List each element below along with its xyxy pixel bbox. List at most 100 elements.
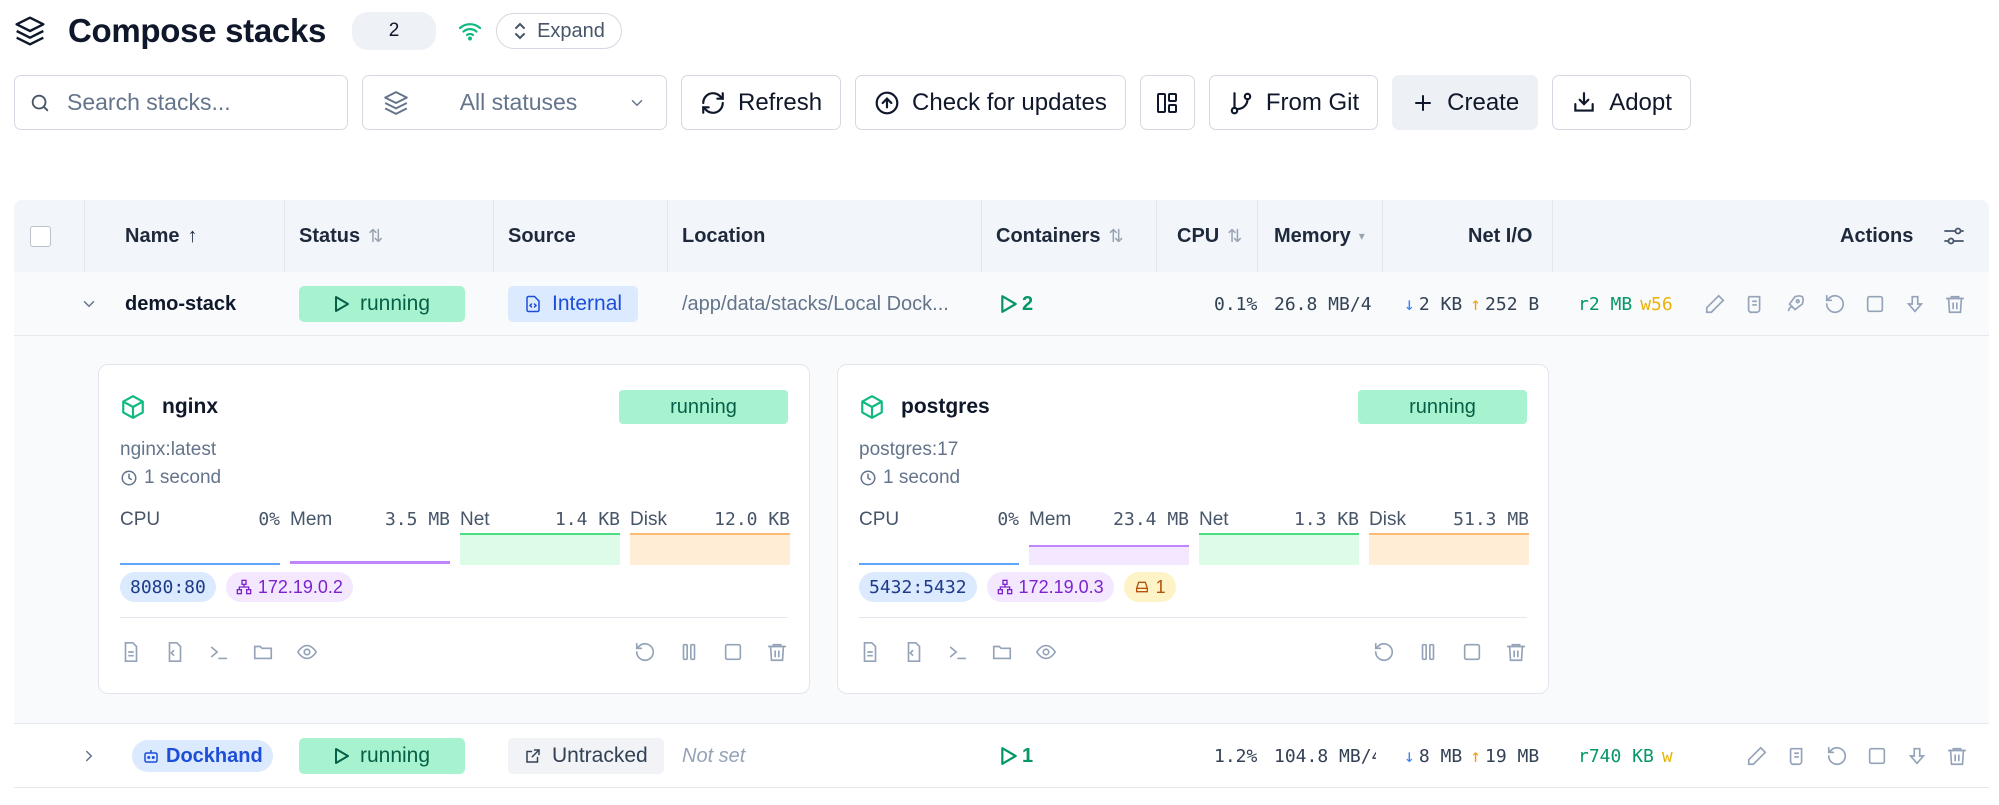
search-placeholder: Search stacks... xyxy=(67,89,231,115)
edit-icon[interactable] xyxy=(1704,293,1726,315)
wifi-icon xyxy=(458,19,482,43)
status-filter-value: All statuses xyxy=(459,89,578,115)
stop-icon[interactable] xyxy=(1461,641,1483,663)
container-actions-right xyxy=(634,641,788,663)
expand-label: Expand xyxy=(537,19,605,42)
page-title: Compose stacks xyxy=(68,12,327,49)
terminal-icon[interactable] xyxy=(947,641,969,663)
trash-icon[interactable] xyxy=(766,641,788,663)
container-name[interactable]: nginx xyxy=(162,395,218,419)
chevron-down-icon xyxy=(80,295,98,313)
column-net-io-label: Net I/O xyxy=(1468,224,1533,247)
inspect-icon[interactable] xyxy=(903,641,925,663)
column-status-label: Status xyxy=(299,224,361,247)
scroll-icon[interactable] xyxy=(1786,745,1808,767)
sort-icon: ⇅ xyxy=(1227,225,1243,246)
refresh-label: Refresh xyxy=(738,88,823,116)
search-input[interactable]: Search stacks... xyxy=(14,75,348,130)
arrow-up-circle-icon xyxy=(874,90,900,116)
pause-icon[interactable] xyxy=(678,641,700,663)
edit-icon[interactable] xyxy=(1746,745,1768,767)
restart-icon[interactable] xyxy=(1373,641,1395,663)
trash-icon[interactable] xyxy=(1946,745,1968,767)
layout-toggle-button[interactable] xyxy=(1139,75,1195,130)
disk-io-value: r740 KB w xyxy=(1578,745,1673,767)
trash-icon[interactable] xyxy=(1944,293,1966,315)
status-badge: running xyxy=(299,286,465,322)
scroll-icon[interactable] xyxy=(1744,293,1766,315)
column-memory[interactable]: Memory ▾ xyxy=(1274,200,1365,272)
column-status[interactable]: Status ⇅ xyxy=(299,200,383,272)
stack-name[interactable]: demo-stack xyxy=(125,272,236,336)
column-cpu-label: CPU xyxy=(1177,224,1220,247)
net-metric: Net 1.4 KB xyxy=(460,507,620,567)
cpu-metric: CPU 0% xyxy=(859,507,1019,567)
stop-icon[interactable] xyxy=(1864,293,1886,315)
page-header: Compose stacks 2 Expand xyxy=(14,10,622,52)
inspect-icon[interactable] xyxy=(164,641,186,663)
restart-icon[interactable] xyxy=(1826,745,1848,767)
restart-icon[interactable] xyxy=(1824,293,1846,315)
collapse-row-button[interactable] xyxy=(80,272,98,336)
source-badge: Untracked xyxy=(508,738,664,774)
sliders-icon xyxy=(1942,224,1966,248)
rocket-icon[interactable] xyxy=(1784,293,1806,315)
port-badge[interactable]: 5432:5432 xyxy=(859,572,977,602)
table-row[interactable]: Dockhand running Untracked Not set 1 1.2… xyxy=(14,724,1989,788)
stop-icon[interactable] xyxy=(1866,745,1888,767)
expand-button[interactable]: Expand xyxy=(496,13,622,49)
play-icon xyxy=(1000,294,1018,314)
clock-icon xyxy=(859,469,877,487)
logs-icon[interactable] xyxy=(120,641,142,663)
stop-icon[interactable] xyxy=(722,641,744,663)
arrow-down-icon[interactable] xyxy=(1906,745,1928,767)
column-name[interactable]: Name ↑ xyxy=(125,200,197,272)
column-actions: Actions xyxy=(1840,200,1913,272)
container-name[interactable]: postgres xyxy=(901,395,990,419)
eye-icon[interactable] xyxy=(1035,641,1057,663)
container-status-badge: running xyxy=(619,390,788,424)
column-cpu[interactable]: CPU ⇅ xyxy=(1177,200,1242,272)
status-badge: running xyxy=(299,738,465,774)
status-filter-select[interactable]: All statuses xyxy=(362,75,667,130)
port-badge[interactable]: 8080:80 xyxy=(120,572,216,602)
from-git-label: From Git xyxy=(1265,88,1360,116)
eye-icon[interactable] xyxy=(296,641,318,663)
folder-icon[interactable] xyxy=(991,641,1013,663)
logs-icon[interactable] xyxy=(859,641,881,663)
status-label: running xyxy=(359,292,431,315)
stack-name-badge[interactable]: Dockhand xyxy=(132,740,273,772)
row-actions xyxy=(1704,272,1966,336)
sort-asc-icon: ↑ xyxy=(187,224,198,247)
from-git-button[interactable]: From Git xyxy=(1208,75,1379,130)
location-path: Not set xyxy=(682,744,746,767)
containers-count: 2 xyxy=(1000,272,1033,336)
git-branch-icon xyxy=(1228,90,1254,116)
folder-icon[interactable] xyxy=(252,641,274,663)
column-settings-button[interactable] xyxy=(1942,200,1966,272)
table-row[interactable]: demo-stack running Internal /app/data/st… xyxy=(14,272,1989,336)
restart-icon[interactable] xyxy=(634,641,656,663)
stacks-table: Name ↑ Status ⇅ Source Location Containers… xyxy=(14,200,1989,788)
select-all-checkbox[interactable] xyxy=(30,200,51,272)
expand-row-button[interactable] xyxy=(80,724,98,788)
net-io-value: ↓ 8 MB ↑ 19 MB xyxy=(1404,745,1540,767)
create-button[interactable]: Create xyxy=(1392,75,1539,130)
arrow-down-icon[interactable] xyxy=(1904,293,1926,315)
terminal-icon[interactable] xyxy=(208,641,230,663)
disk-metric: Disk 51.3 MB xyxy=(1369,507,1529,567)
disk-io-value: r2 MB w56 xyxy=(1578,293,1673,315)
check-updates-button[interactable]: Check for updates xyxy=(855,75,1126,130)
adopt-button[interactable]: Adopt xyxy=(1552,75,1691,130)
refresh-button[interactable]: Refresh xyxy=(681,75,842,130)
container-card: nginx running nginx:latest 1 second CPU 0… xyxy=(98,364,810,694)
trash-icon[interactable] xyxy=(1505,641,1527,663)
column-containers[interactable]: Containers ⇅ xyxy=(996,200,1124,272)
source-label: Internal xyxy=(552,292,623,315)
net-io-value: ↓ 2 KB ↑ 252 B xyxy=(1404,293,1540,315)
box-icon xyxy=(120,394,146,420)
cpu-value: 1.2% xyxy=(1214,745,1258,767)
column-source-label: Source xyxy=(508,224,576,247)
container-metrics: CPU 0% Mem 23.4 MB Net 1.3 KB Disk 51.3 MB xyxy=(859,507,1529,567)
pause-icon[interactable] xyxy=(1417,641,1439,663)
